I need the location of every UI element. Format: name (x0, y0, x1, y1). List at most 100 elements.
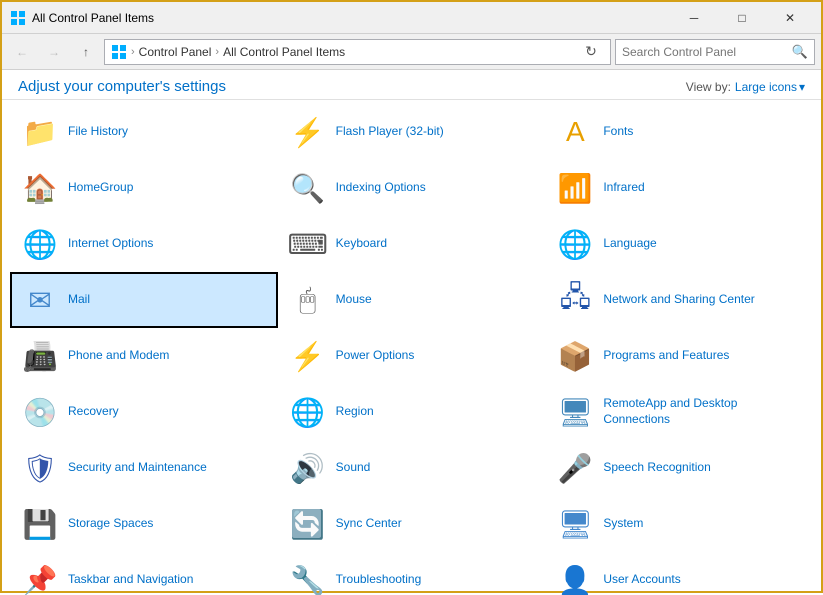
item-icon-flash-player: ⚡ (288, 112, 328, 152)
item-label-taskbar: Taskbar and Navigation (68, 572, 193, 588)
item-infrared[interactable]: 📶 Infrared (545, 160, 813, 216)
item-icon-taskbar: 📌 (20, 560, 60, 595)
item-label-homegroup: HomeGroup (68, 180, 133, 196)
item-phone-modem[interactable]: 📠 Phone and Modem (10, 328, 278, 384)
search-input[interactable] (622, 45, 792, 59)
item-label-region: Region (336, 404, 374, 420)
viewby-dropdown[interactable]: Large icons ▾ (735, 80, 805, 94)
item-icon-user-accounts: 👤 (555, 560, 595, 595)
item-recovery[interactable]: 💿Recovery (10, 384, 278, 440)
item-icon-indexing: 🔍 (288, 168, 328, 208)
item-icon-system: 🖥 (555, 504, 595, 544)
item-label-fonts: Fonts (603, 124, 633, 140)
item-label-storage: Storage Spaces (68, 516, 153, 532)
search-box[interactable]: 🔍 (615, 39, 815, 65)
item-icon-recovery: 💿 (20, 392, 60, 432)
item-icon-file-history: 📁 (20, 112, 60, 152)
item-label-network: Network and Sharing Center (603, 292, 754, 308)
item-label-speech: Speech Recognition (603, 460, 710, 476)
item-label-programs: Programs and Features (603, 348, 729, 364)
item-label-keyboard: Keyboard (336, 236, 387, 252)
items-grid: 📁 File History ⚡ Flash Player (32-bit) A Font… (2, 104, 821, 595)
item-icon-phone-modem: 📠 (20, 336, 60, 376)
item-icon-troubleshoot: 🔧 (288, 560, 328, 595)
item-user-accounts[interactable]: 👤 User Accounts (545, 552, 813, 595)
item-label-remoteapp: RemoteApp and Desktop Connections (603, 396, 803, 427)
item-icon-security: 🛡 (20, 448, 60, 488)
item-label-sync: Sync Center (336, 516, 402, 532)
item-power-options[interactable]: ⚡ Power Options (278, 328, 546, 384)
item-sound[interactable]: 🔊 Sound (278, 440, 546, 496)
item-troubleshoot[interactable]: 🔧 Troubleshooting (278, 552, 546, 595)
item-label-sound: Sound (336, 460, 371, 476)
item-programs[interactable]: 📦 Programs and Features (545, 328, 813, 384)
item-icon-fonts: A (555, 112, 595, 152)
item-sync[interactable]: 🔄 Sync Center (278, 496, 546, 552)
address-bar[interactable]: › Control Panel › All Control Panel Item… (104, 39, 611, 65)
viewby-label: View by: (686, 80, 731, 94)
item-mouse[interactable]: 🖱 Mouse (278, 272, 546, 328)
item-speech[interactable]: 🎤Speech Recognition (545, 440, 813, 496)
item-mail[interactable]: ✉Mail (10, 272, 278, 328)
forward-button[interactable]: → (40, 38, 68, 66)
titlebar-controls: ─ □ ✕ (671, 2, 813, 34)
item-label-security: Security and Maintenance (68, 460, 207, 476)
item-icon-region: 🌐 (288, 392, 328, 432)
item-label-file-history: File History (68, 124, 128, 140)
item-icon-network: 🖧 (555, 280, 595, 320)
item-taskbar[interactable]: 📌 Taskbar and Navigation (10, 552, 278, 595)
item-storage[interactable]: 💾 Storage Spaces (10, 496, 278, 552)
up-button[interactable]: ↑ (72, 38, 100, 66)
search-icon[interactable]: 🔍 (792, 44, 808, 60)
item-icon-power-options: ⚡ (288, 336, 328, 376)
item-icon-mouse: 🖱 (288, 280, 328, 320)
item-security[interactable]: 🛡 Security and Maintenance (10, 440, 278, 496)
item-icon-programs: 📦 (555, 336, 595, 376)
item-flash-player[interactable]: ⚡ Flash Player (32-bit) (278, 104, 546, 160)
item-indexing[interactable]: 🔍 Indexing Options (278, 160, 546, 216)
item-label-troubleshoot: Troubleshooting (336, 572, 422, 588)
item-label-mouse: Mouse (336, 292, 372, 308)
item-internet-options[interactable]: 🌐 Internet Options (10, 216, 278, 272)
maximize-button[interactable]: □ (719, 2, 765, 34)
item-label-mail: Mail (68, 292, 90, 308)
item-label-indexing: Indexing Options (336, 180, 426, 196)
item-icon-sync: 🔄 (288, 504, 328, 544)
breadcrumb-all-items[interactable]: All Control Panel Items (223, 45, 345, 59)
minimize-button[interactable]: ─ (671, 2, 717, 34)
navbar: ← → ↑ › Control Panel › All Control Pane… (2, 34, 821, 70)
item-label-flash-player: Flash Player (32-bit) (336, 124, 444, 140)
item-label-infrared: Infrared (603, 180, 644, 196)
item-label-user-accounts: User Accounts (603, 572, 680, 588)
item-label-internet-options: Internet Options (68, 236, 153, 252)
item-icon-infrared: 📶 (555, 168, 595, 208)
item-icon-language: 🌐 (555, 224, 595, 264)
item-system[interactable]: 🖥 System (545, 496, 813, 552)
item-remoteapp[interactable]: 🖥RemoteApp and Desktop Connections (545, 384, 813, 440)
item-network[interactable]: 🖧 Network and Sharing Center (545, 272, 813, 328)
back-button[interactable]: ← (8, 38, 36, 66)
refresh-button[interactable]: ↻ (578, 39, 604, 65)
breadcrumb-control-panel[interactable]: Control Panel (139, 45, 212, 59)
item-icon-storage: 💾 (20, 504, 60, 544)
item-keyboard[interactable]: ⌨ Keyboard (278, 216, 546, 272)
item-label-system: System (603, 516, 643, 532)
item-fonts[interactable]: A Fonts (545, 104, 813, 160)
item-icon-keyboard: ⌨ (288, 224, 328, 264)
item-homegroup[interactable]: 🏠HomeGroup (10, 160, 278, 216)
viewby-value-text: Large icons (735, 80, 797, 94)
item-file-history[interactable]: 📁 File History (10, 104, 278, 160)
item-icon-internet-options: 🌐 (20, 224, 60, 264)
toolbar: Adjust your computer's settings View by:… (2, 70, 821, 99)
titlebar-title: All Control Panel Items (32, 11, 671, 25)
item-language[interactable]: 🌐 Language (545, 216, 813, 272)
item-icon-sound: 🔊 (288, 448, 328, 488)
close-button[interactable]: ✕ (767, 2, 813, 34)
item-label-language: Language (603, 236, 656, 252)
titlebar-app-icon (10, 10, 26, 26)
item-region[interactable]: 🌐 Region (278, 384, 546, 440)
content-area: Adjust your computer's settings View by:… (2, 70, 821, 595)
item-label-power-options: Power Options (336, 348, 415, 364)
item-label-phone-modem: Phone and Modem (68, 348, 169, 364)
titlebar: All Control Panel Items ─ □ ✕ (2, 2, 821, 34)
